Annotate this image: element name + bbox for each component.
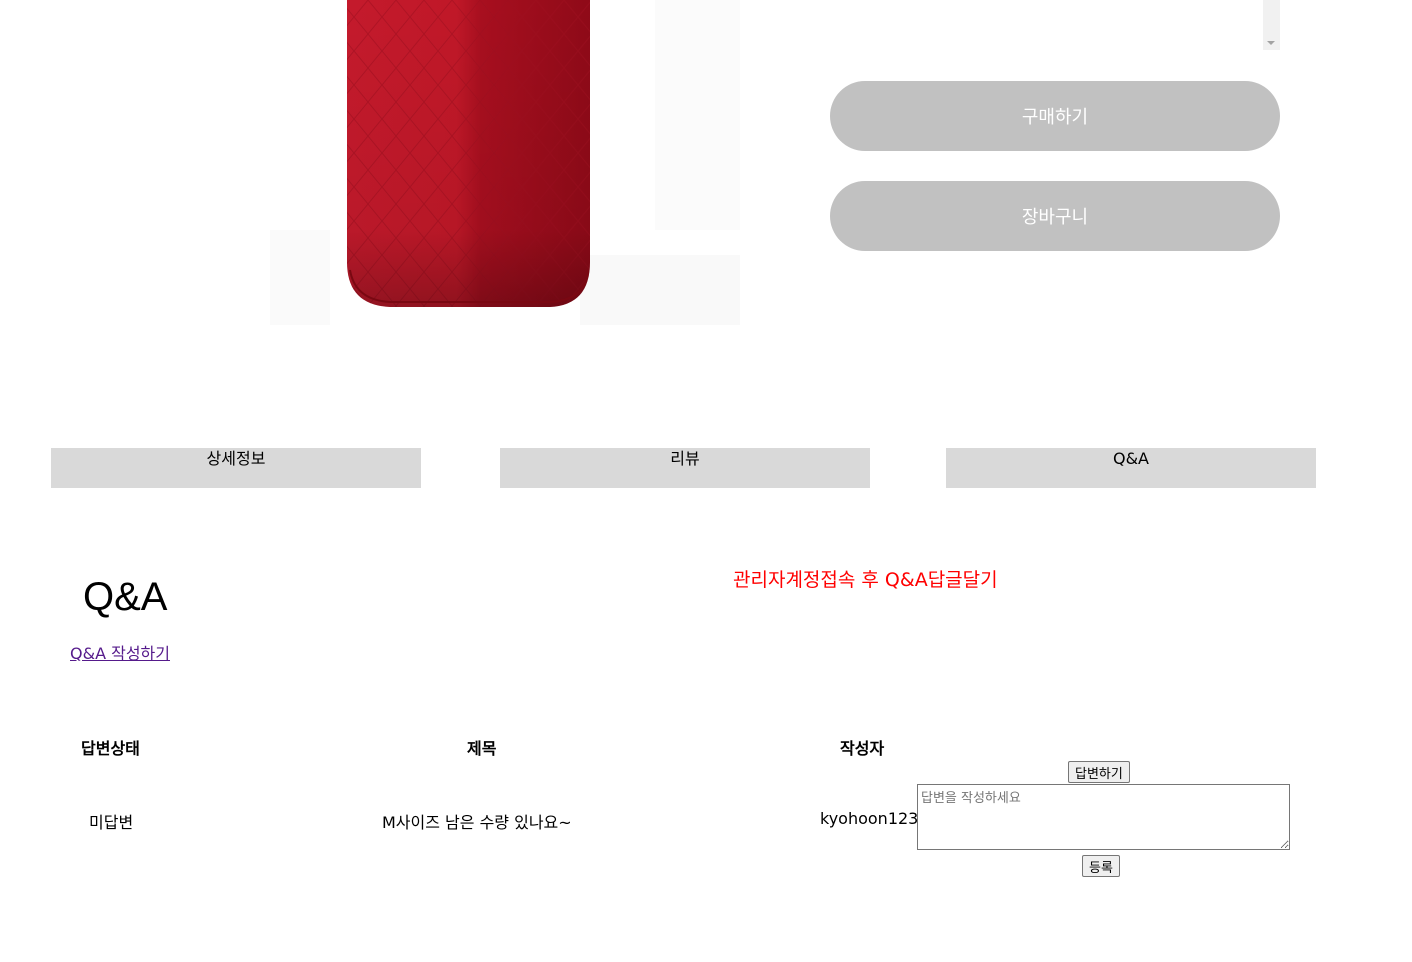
add-to-cart-button[interactable]: 장바구니 [830, 181, 1280, 251]
scroll-down-arrow-icon[interactable] [1267, 41, 1275, 45]
tab-label: Q&A [1112, 449, 1149, 468]
tab-label: 리뷰 [670, 449, 700, 468]
row-subject[interactable]: M사이즈 남은 수량 있나요~ [382, 809, 572, 833]
admin-notice: 관리자계정접속 후 Q&A답글달기 [733, 569, 998, 591]
write-qa-link[interactable]: Q&A 작성하기 [70, 640, 170, 664]
tab-reviews[interactable]: 리뷰 [500, 448, 870, 488]
header-author: 작성자 [840, 739, 885, 758]
answer-button[interactable]: 답변하기 [1068, 761, 1130, 783]
header-subject: 제목 [467, 739, 497, 758]
header-answer-status: 답변상태 [81, 739, 140, 758]
product-image [270, 0, 740, 325]
tab-qa[interactable]: Q&A [946, 448, 1316, 488]
row-answer-status: 미답변 [89, 813, 134, 832]
qa-section-title: Q&A [83, 575, 168, 619]
tab-detail-info[interactable]: 상세정보 [51, 448, 421, 488]
jersey-image [270, 0, 740, 325]
tab-label: 상세정보 [206, 449, 266, 468]
answer-textarea[interactable] [917, 784, 1290, 850]
submit-answer-button[interactable]: 등록 [1082, 855, 1120, 877]
option-list-scrollbar[interactable] [1263, 0, 1280, 50]
row-author: kyohoon123 [820, 809, 919, 828]
buy-button[interactable]: 구매하기 [830, 81, 1280, 151]
